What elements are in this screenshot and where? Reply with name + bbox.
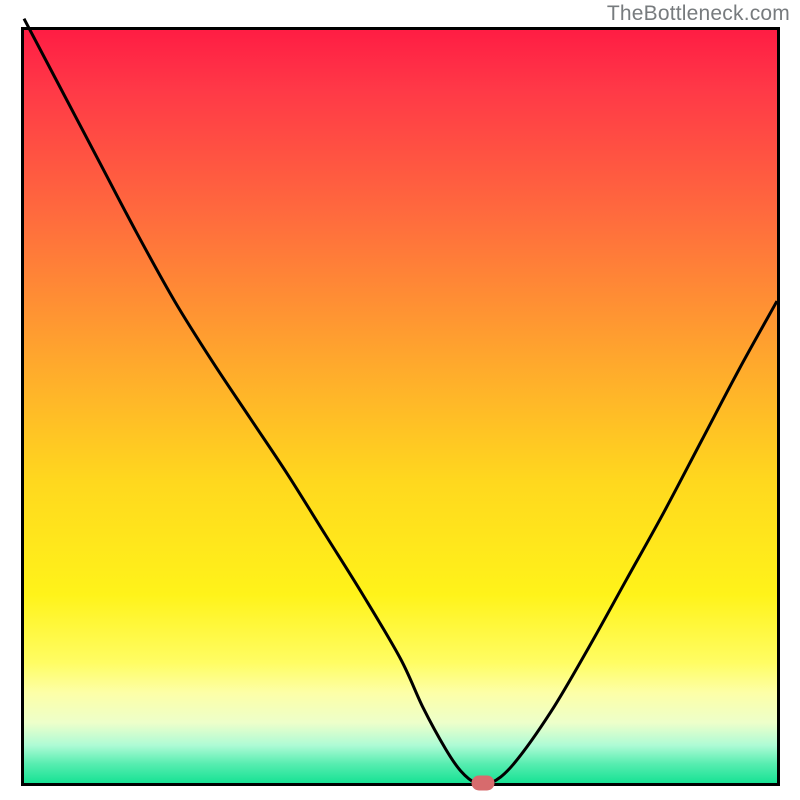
- chart-container: TheBottleneck.com: [0, 0, 800, 800]
- plot-area: [21, 27, 780, 786]
- watermark-text: TheBottleneck.com: [607, 2, 790, 26]
- bottleneck-curve: [24, 30, 777, 783]
- optimal-marker: [472, 776, 495, 791]
